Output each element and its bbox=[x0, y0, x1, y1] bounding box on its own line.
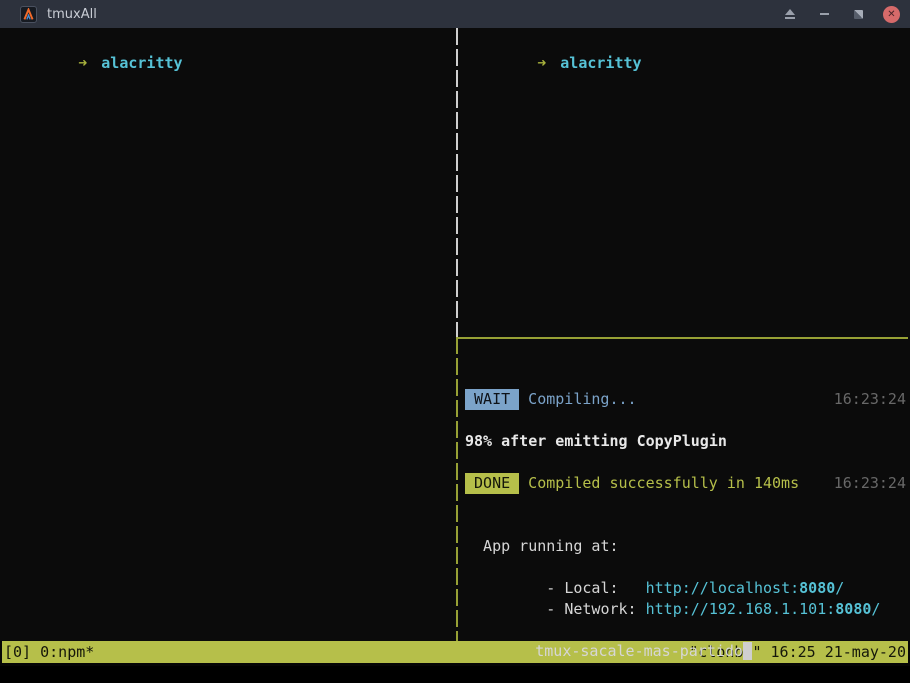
maximize-button[interactable] bbox=[849, 5, 867, 23]
minimize-button[interactable] bbox=[815, 5, 833, 23]
terminal-row-empty bbox=[461, 347, 908, 368]
wait-timestamp: 16:23:24 bbox=[834, 389, 908, 410]
prompt-directory: alacritty bbox=[560, 54, 641, 72]
prompt-directory: alacritty bbox=[101, 54, 182, 72]
window-title: tmuxAll bbox=[47, 7, 97, 22]
prompt-arrow-icon: ➜ bbox=[78, 54, 87, 72]
done-timestamp: 16:23:24 bbox=[834, 473, 908, 494]
terminal-row-empty bbox=[461, 410, 908, 431]
network-url-link[interactable]: http://192.168.1.101: bbox=[646, 600, 836, 618]
wait-badge: WAIT bbox=[465, 389, 519, 410]
prompt-arrow-icon: ➜ bbox=[537, 54, 546, 72]
local-url-slash[interactable]: / bbox=[835, 579, 844, 597]
alacritty-window: tmuxAll ✕ ➜ alacritty bbox=[0, 0, 910, 666]
close-icon: ✕ bbox=[887, 9, 895, 20]
close-button[interactable]: ✕ bbox=[883, 6, 900, 23]
terminal-row-empty bbox=[461, 452, 908, 473]
pane-border-vertical-inactive bbox=[456, 28, 458, 338]
network-url-slash[interactable]: / bbox=[871, 600, 880, 618]
app-running-line: App running at: bbox=[461, 536, 908, 557]
status-session-window: [0] 0:npm* bbox=[4, 641, 94, 663]
pane-border-vertical-active bbox=[456, 337, 458, 641]
shell-prompt: ➜alacritty bbox=[2, 32, 456, 53]
local-port[interactable]: 8080 bbox=[799, 579, 835, 597]
keep-above-button[interactable] bbox=[781, 5, 799, 23]
shell-prompt: ➜alacritty bbox=[461, 32, 908, 53]
webpack-done-row: DONE Compiled successfully in 140ms 16:2… bbox=[461, 473, 908, 494]
typed-command-line: tmux-sacale-mas-partido bbox=[461, 620, 908, 641]
network-port[interactable]: 8080 bbox=[835, 600, 871, 618]
restore-icon bbox=[854, 10, 863, 19]
local-url-link[interactable]: http://localhost: bbox=[646, 579, 800, 597]
window-controls: ✕ bbox=[781, 5, 900, 23]
tmux-pane-left[interactable]: ➜ alacritty bbox=[2, 28, 456, 641]
terminal-cursor bbox=[743, 642, 752, 660]
tmux-pane-bottom-right[interactable]: WAIT Compiling... 16:23:24 98% after emi… bbox=[461, 347, 908, 641]
tmux-status-bar: [0] 0:npm* "clonbg" 16:25 21-may-20 bbox=[2, 641, 908, 663]
webpack-wait-row: WAIT Compiling... 16:23:24 bbox=[461, 389, 908, 410]
terminal-row-empty bbox=[461, 494, 908, 515]
titlebar[interactable]: tmuxAll ✕ bbox=[0, 0, 910, 28]
pane-border-horizontal-active bbox=[456, 337, 908, 339]
network-label: - Network: bbox=[537, 600, 645, 618]
alacritty-logo-icon bbox=[20, 6, 37, 23]
local-url-line: - Local: http://localhost:8080/ bbox=[461, 557, 908, 578]
terminal-row-empty bbox=[461, 515, 908, 536]
compiling-message: Compiling... bbox=[528, 389, 636, 410]
compiled-message: Compiled successfully in 140ms bbox=[528, 473, 799, 494]
terminal-area: ➜ alacritty ➜ alacritty WAIT Compiling... … bbox=[0, 28, 910, 641]
done-badge: DONE bbox=[465, 473, 519, 494]
local-label: - Local: bbox=[537, 579, 645, 597]
webpack-progress-line: 98% after emitting CopyPlugin bbox=[461, 431, 908, 452]
terminal-row-empty bbox=[461, 368, 908, 389]
tmux-pane-top-right[interactable]: ➜ alacritty bbox=[461, 28, 908, 337]
eject-icon bbox=[785, 9, 795, 19]
minimize-icon bbox=[820, 13, 829, 15]
typed-command: tmux-sacale-mas-partido bbox=[535, 642, 743, 660]
